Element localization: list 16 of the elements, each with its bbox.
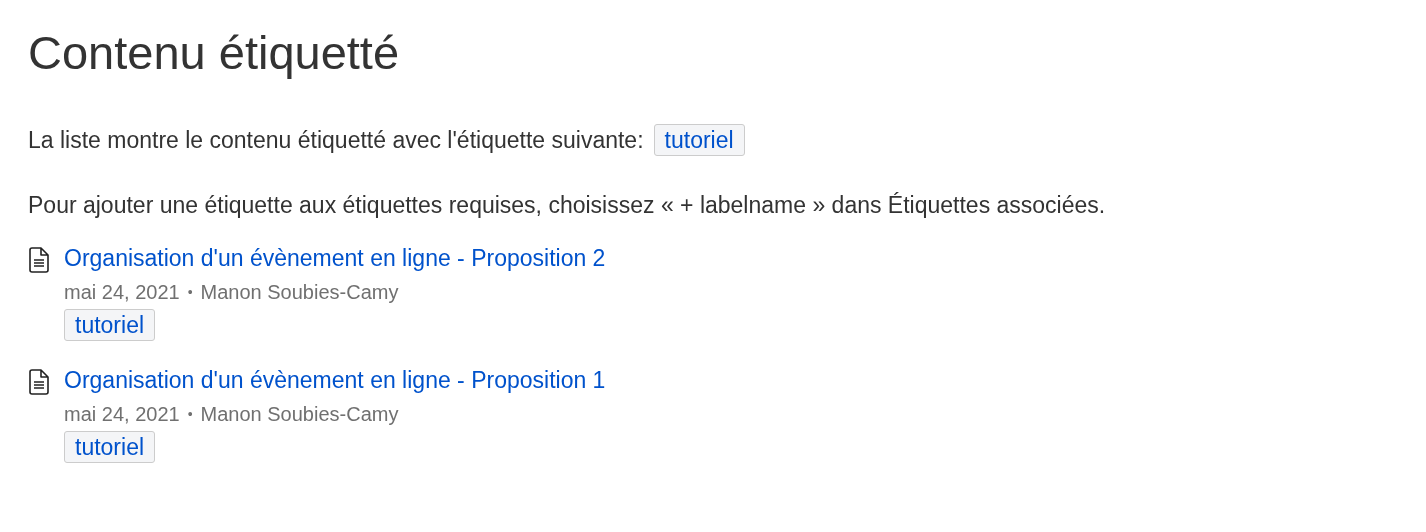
- page-link[interactable]: Organisation d'un évènement en ligne - Proposition 1: [64, 363, 606, 397]
- label-tag[interactable]: tutoriel: [64, 309, 156, 341]
- label-tag[interactable]: tutoriel: [653, 124, 745, 156]
- separator-dot: •: [187, 283, 193, 302]
- label-tag[interactable]: tutoriel: [64, 431, 156, 463]
- intro-text: La liste montre le contenu étiquetté avec l'étiquette suivante:: [28, 126, 644, 154]
- document-icon: [28, 247, 50, 273]
- author-text: Manon Soubies-Camy: [200, 280, 399, 305]
- date-text: mai 24, 2021: [64, 402, 180, 427]
- page-title: Contenu étiquetté: [28, 25, 401, 81]
- date-text: mai 24, 2021: [64, 280, 180, 305]
- hint-text: Pour ajouter une étiquette aux étiquettes requises, choisissez « + labelname » dans Étiquettes associées.: [28, 192, 1107, 219]
- author-text: Manon Soubies-Camy: [200, 402, 399, 427]
- document-icon: [28, 369, 50, 395]
- separator-dot: •: [187, 405, 193, 424]
- page-link[interactable]: Organisation d'un évènement en ligne - Proposition 2: [64, 241, 606, 275]
